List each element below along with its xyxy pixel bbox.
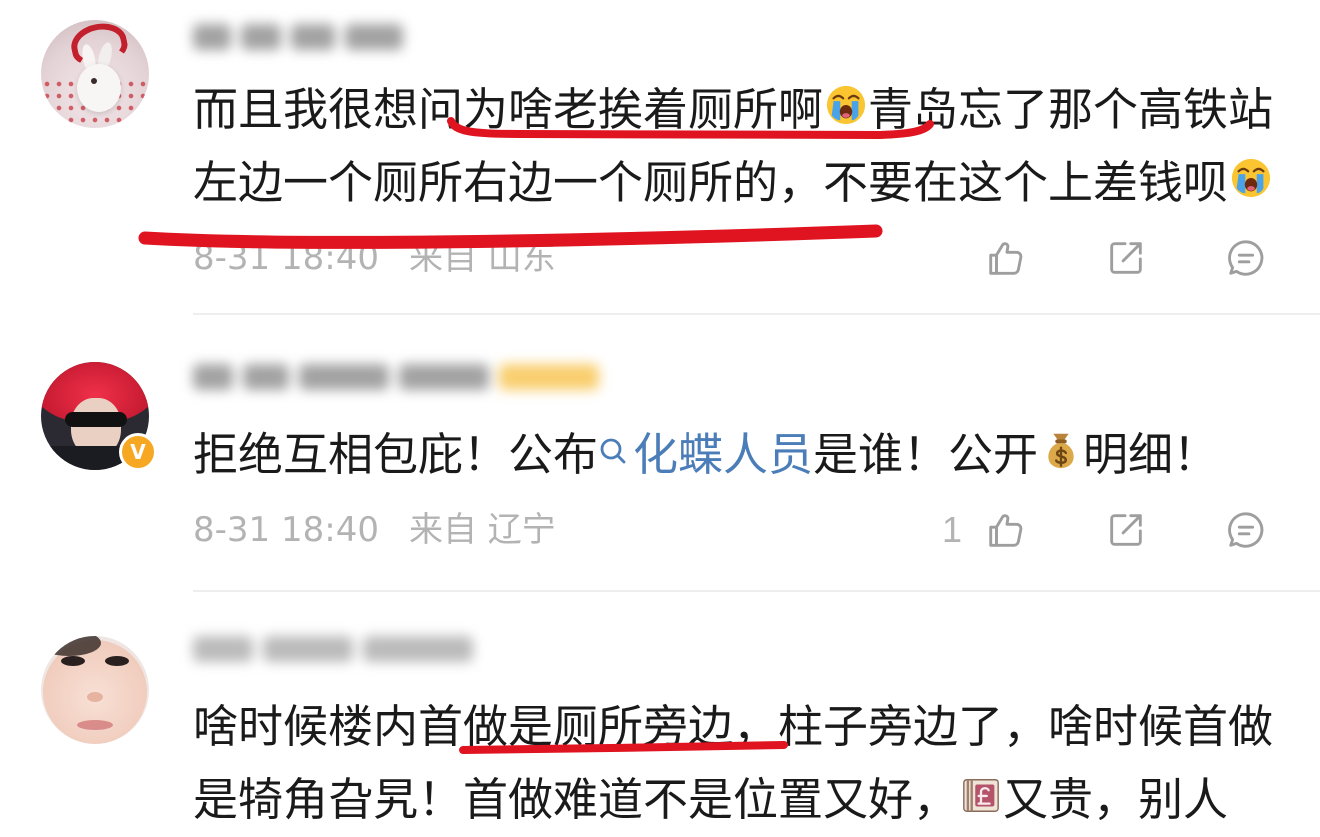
search-icon <box>598 428 633 473</box>
avatar-detail <box>91 78 97 84</box>
avatar-detail <box>105 656 129 666</box>
loudly-crying-face-emoji-icon <box>1228 156 1273 201</box>
avatar-detail <box>77 720 113 730</box>
like-button[interactable] <box>985 237 1027 279</box>
avatar[interactable] <box>41 636 149 744</box>
username-blur-smudge <box>193 24 231 50</box>
username-blur-smudge <box>363 636 473 662</box>
avatar-detail <box>61 656 85 666</box>
comment-text: 是犄角旮旯！首做难道不是位置又好， <box>193 772 959 826</box>
comment-date: 8-31 18:40 <box>193 238 379 278</box>
comment-icon <box>1228 512 1264 548</box>
username-blur-smudge <box>499 364 599 390</box>
username-blur-smudge <box>345 24 403 50</box>
username-blur-smudge <box>243 364 289 390</box>
username-blur-smudge <box>263 636 353 662</box>
comment-text: 而且我很想问为啥老挨着厕所啊 <box>193 82 824 136</box>
comment-text: 拒绝互相包庇！公布 <box>193 427 599 481</box>
comment-location: 来自 辽宁 <box>408 510 556 550</box>
comment-date: 8-31 18:40 <box>193 510 379 550</box>
comment-meta: 8-31 18:40 来自 山东 <box>193 236 556 280</box>
thumbs-up-icon <box>989 514 1023 547</box>
comment-text: 青岛忘了那个高铁站 <box>868 82 1274 136</box>
topic-search-link[interactable]: 化蝶人员 <box>598 418 813 483</box>
share-icon <box>1110 242 1142 274</box>
comment-text: 左边一个厕所右边一个厕所的，不要在这个上差钱呗 <box>193 155 1229 209</box>
comment-text: 明细！ <box>1083 427 1219 481</box>
username-blurred[interactable] <box>193 632 478 666</box>
loudly-crying-face-emoji-icon <box>823 83 868 128</box>
verified-badge: V <box>119 433 157 471</box>
comment-location: 来自 山东 <box>408 238 556 278</box>
comment-button[interactable] <box>1225 509 1267 551</box>
topic-search-link-text[interactable]: 化蝶人员 <box>633 418 813 483</box>
comment-text-line: 左边一个厕所右边一个厕所的，不要在这个上差钱呗 <box>193 148 1273 209</box>
like-count[interactable]: 1 <box>942 508 962 552</box>
avatar-detail <box>87 692 103 702</box>
username-blurred[interactable] <box>193 20 408 54</box>
avatar-detail <box>77 64 121 112</box>
comment-item: V 拒绝互相包庇！公布 化蝶人员 是谁！公开 明细！ 8-31 18:40 来自… <box>0 315 1320 590</box>
share-icon <box>1110 514 1142 546</box>
username-blur-smudge <box>241 24 281 50</box>
comment-item: 啥时候楼内首做是厕所旁边，柱子旁边了，啥时候首做 是犄角旮旯！首做难道不是位置又… <box>0 592 1320 837</box>
thumbs-up-icon <box>989 242 1023 275</box>
username-blur-smudge <box>193 636 253 662</box>
comment-icon <box>1228 240 1264 276</box>
comment-text: 是谁！公开 <box>813 427 1039 481</box>
avatar[interactable] <box>41 20 149 128</box>
money-bag-emoji-icon <box>1038 428 1083 473</box>
username-blur-smudge <box>399 364 489 390</box>
comment-text: 又贵，别人 <box>1003 772 1229 826</box>
avatar-detail <box>65 412 127 427</box>
like-button[interactable] <box>985 509 1027 551</box>
username-blur-smudge <box>193 364 233 390</box>
comment-text-line: 啥时候楼内首做是厕所旁边，柱子旁边了，啥时候首做 <box>193 692 1274 753</box>
comment-meta: 8-31 18:40 来自 辽宁 <box>193 508 556 552</box>
comment-item: 而且我很想问为啥老挨着厕所啊 青岛忘了那个高铁站 左边一个厕所右边一个厕所的，不… <box>0 0 1320 313</box>
username-blur-smudge <box>291 24 335 50</box>
share-button[interactable] <box>1105 509 1147 551</box>
username-blurred[interactable] <box>193 360 613 394</box>
username-blur-smudge <box>299 364 389 390</box>
comment-text-line: 而且我很想问为啥老挨着厕所啊 青岛忘了那个高铁站 <box>193 75 1274 136</box>
comment-text: 啥时候楼内首做是厕所旁边，柱子旁边了，啥时候首做 <box>193 699 1274 753</box>
pound-banknote-emoji-icon <box>958 773 1003 818</box>
comment-text-line: 是犄角旮旯！首做难道不是位置又好， 又贵，别人 <box>193 765 1229 826</box>
comment-button[interactable] <box>1225 237 1267 279</box>
share-button[interactable] <box>1105 237 1147 279</box>
comment-text-line: 拒绝互相包庇！公布 化蝶人员 是谁！公开 明细！ <box>193 418 1219 483</box>
